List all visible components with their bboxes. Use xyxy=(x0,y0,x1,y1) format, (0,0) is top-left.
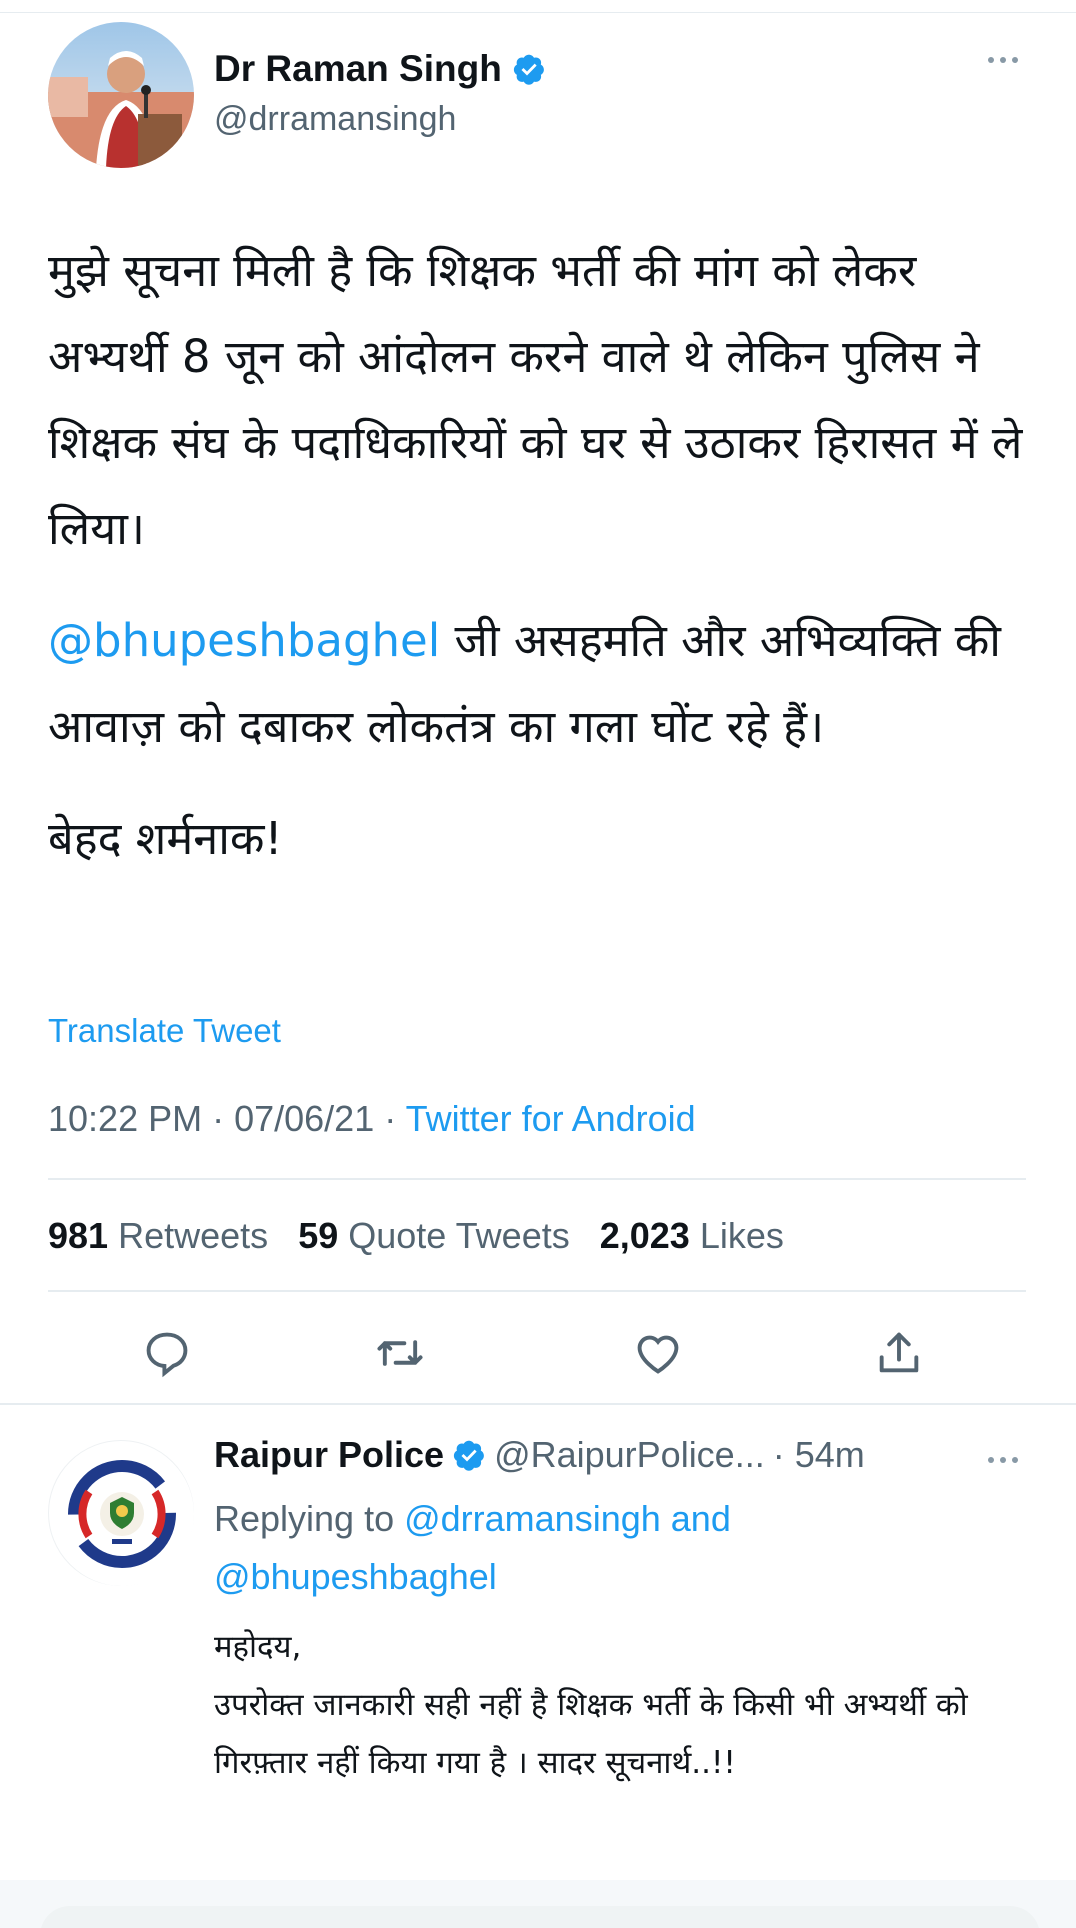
tweet-paragraph: मुझे सूचना मिली है कि शिक्षक भर्ती की मा… xyxy=(48,244,1037,555)
author-name-row[interactable]: Dr Raman Singh xyxy=(214,48,546,90)
tweet-text: मुझे सूचना मिली है कि शिक्षक भर्ती की मा… xyxy=(48,228,1038,908)
retweets-label: Retweets xyxy=(118,1215,269,1256)
share-icon[interactable] xyxy=(873,1327,925,1379)
more-options-icon[interactable] xyxy=(985,50,1021,70)
reply-author-avatar[interactable] xyxy=(48,1440,194,1586)
likes-stat[interactable]: 2,023 Likes xyxy=(600,1215,784,1256)
more-options-icon[interactable] xyxy=(985,1450,1021,1470)
reply-header[interactable]: Raipur Police @RaipurPolice... · 54m xyxy=(214,1434,865,1476)
retweets-count: 981 xyxy=(48,1215,109,1256)
likes-count: 2,023 xyxy=(599,1215,690,1256)
tweet-stats: 981 Retweets 59 Quote Tweets 2,023 Likes xyxy=(48,1215,804,1257)
reply-icon[interactable] xyxy=(141,1327,193,1379)
reply-text: महोदय, उपरोक्त जानकारी सही नहीं है शिक्ष… xyxy=(214,1618,1044,1792)
reply-author-handle[interactable]: @RaipurPolice... xyxy=(494,1434,765,1476)
replying-and: and xyxy=(660,1498,731,1539)
likes-label: Likes xyxy=(699,1215,784,1256)
reply-author-name[interactable]: Raipur Police xyxy=(214,1434,444,1476)
quote-tweets-stat[interactable]: 59 Quote Tweets xyxy=(298,1215,570,1256)
avatar-photo xyxy=(48,22,194,168)
translate-tweet-link[interactable]: Translate Tweet xyxy=(48,1012,281,1050)
reply-line: उपरोक्त जानकारी सही नहीं है शिक्षक भर्ती… xyxy=(214,1687,968,1781)
author-handle[interactable]: @drramansingh xyxy=(214,100,456,139)
retweet-icon[interactable] xyxy=(374,1327,426,1379)
divider xyxy=(0,1403,1076,1405)
mention-link[interactable]: @bhupeshbaghel xyxy=(214,1556,497,1597)
tweet-detail-screen: Dr Raman Singh @drramansingh मुझे सूचना … xyxy=(0,0,1076,1928)
top-divider xyxy=(0,12,1076,13)
divider xyxy=(48,1290,1026,1292)
retweets-stat[interactable]: 981 Retweets xyxy=(48,1215,268,1256)
replying-to: Replying to @drramansingh and @bhupeshbag… xyxy=(214,1490,1014,1606)
mention-link[interactable]: @drramansingh xyxy=(404,1498,661,1539)
police-logo-icon xyxy=(50,1442,194,1586)
quotes-count: 59 xyxy=(298,1215,339,1256)
tweet-timestamp: 10:22 PM · 07/06/21 · xyxy=(48,1098,406,1139)
tweet-paragraph: @bhupeshbaghel जी असहमति और अभिव्यक्ति क… xyxy=(48,598,1038,770)
replying-prefix: Replying to xyxy=(214,1498,405,1539)
divider xyxy=(48,1178,1026,1180)
tweet-paragraph: बेहद शर्मनाक! xyxy=(48,812,283,865)
like-icon[interactable] xyxy=(632,1327,684,1379)
verified-badge-icon xyxy=(453,1440,484,1471)
verified-badge-icon xyxy=(513,54,544,85)
tweet-meta: 10:22 PM · 07/06/21 · Twitter for Androi… xyxy=(48,1098,696,1140)
mention-link[interactable]: @bhupeshbaghel xyxy=(48,614,440,667)
author-avatar[interactable] xyxy=(48,22,194,168)
reply-compose-field[interactable] xyxy=(40,1906,1040,1928)
reply-time: · 54m xyxy=(772,1434,865,1475)
author-name[interactable]: Dr Raman Singh xyxy=(214,48,502,90)
tweet-source-link[interactable]: Twitter for Android xyxy=(406,1098,696,1139)
reply-line: महोदय, xyxy=(214,1629,302,1665)
quotes-label: Quote Tweets xyxy=(348,1215,570,1256)
